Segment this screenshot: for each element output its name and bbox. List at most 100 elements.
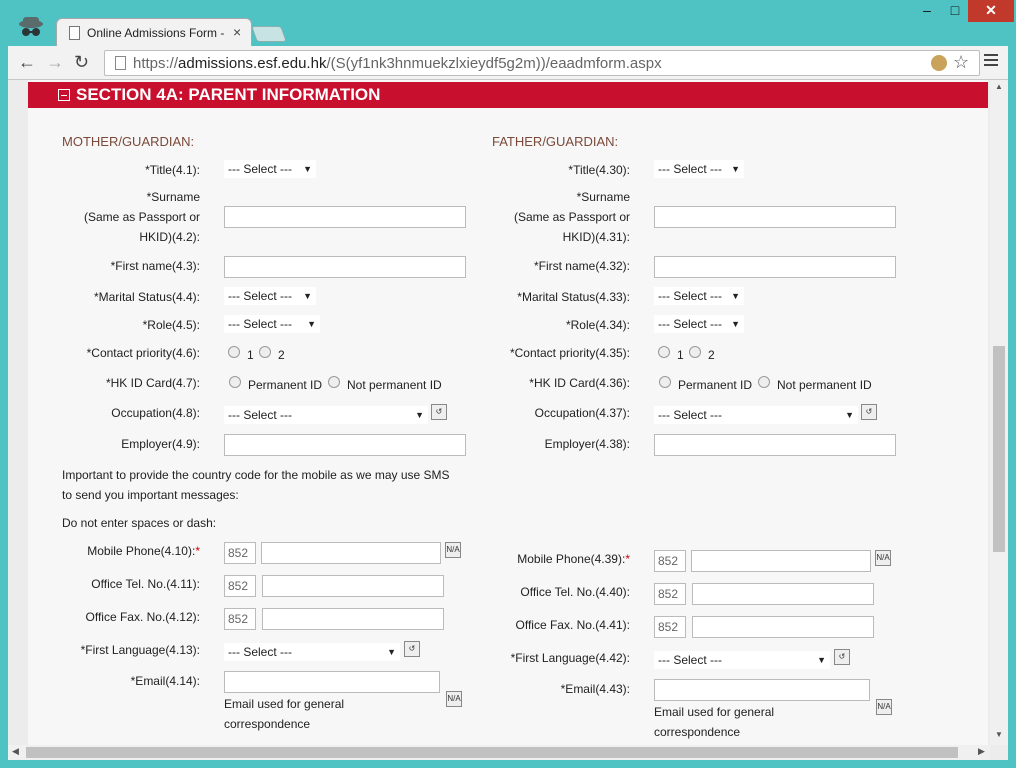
father-office-tel-input[interactable] [692, 583, 874, 605]
scroll-down-icon[interactable]: ▼ [995, 730, 1003, 739]
father-office-fax-label: Office Fax. No.(4.41): [515, 618, 631, 632]
father-hkid-label: *HK ID Card(4.36): [529, 376, 630, 390]
mother-email-label: *Email(4.14): [130, 674, 200, 688]
collapse-icon[interactable] [58, 89, 70, 101]
na-icon[interactable]: N/A [875, 550, 891, 566]
mother-hkid-permanent-radio[interactable] [229, 376, 241, 388]
close-window-button[interactable]: ✕ [968, 0, 1014, 22]
scroll-right-icon[interactable]: ▶ [978, 746, 985, 757]
mother-email-note: Email used for general correspondence [224, 697, 345, 731]
mother-contact-label: *Contact priority(4.6): [86, 346, 200, 360]
father-occupation-select[interactable]: --- Select --- ▼ [654, 406, 858, 424]
mother-title-select[interactable]: --- Select --- ▼ [224, 160, 316, 178]
na-icon[interactable]: N/A [446, 691, 462, 707]
cookie-icon[interactable] [931, 55, 947, 71]
mother-title-label: *Title(4.1): [145, 163, 200, 177]
back-button[interactable]: ← [18, 52, 36, 73]
maximize-button[interactable]: □ [942, 0, 968, 22]
mother-employer-label: Employer(4.9): [121, 437, 200, 451]
mother-office-tel-input[interactable] [262, 575, 444, 597]
mother-office-tel-label: Office Tel. No.(4.11): [91, 577, 200, 591]
father-email-input[interactable] [654, 679, 870, 701]
na-icon[interactable]: N/A [445, 542, 461, 558]
mother-role-select[interactable]: --- Select --- ▼ [224, 315, 320, 333]
father-office-fax-country-code[interactable]: 852 [654, 616, 686, 638]
tab-close-icon[interactable]: × [233, 24, 241, 40]
father-office-tel-country-code[interactable]: 852 [654, 583, 686, 605]
browser-toolbar: ← → ↻ https://admissions.esf.edu.hk/(S(y… [8, 46, 1008, 80]
mother-hkid-notpermanent-radio[interactable] [328, 376, 340, 388]
mother-hkid-notpermanent-label: Not permanent ID [347, 378, 442, 392]
father-heading: FATHER/GUARDIAN: [492, 134, 619, 149]
forward-button[interactable]: → [46, 52, 64, 73]
father-hkid-notpermanent-label: Not permanent ID [777, 378, 872, 392]
father-surname-input[interactable] [654, 206, 896, 228]
reset-icon[interactable]: ↺ [861, 404, 877, 420]
father-role-label: *Role(4.34): [565, 318, 630, 332]
na-icon[interactable]: N/A [876, 699, 892, 715]
reset-icon[interactable]: ↺ [834, 649, 850, 665]
tab-title: Online Admissions Form - [87, 26, 225, 40]
bookmark-star-icon[interactable]: ☆ [953, 52, 969, 73]
father-marital-select[interactable]: --- Select --- ▼ [654, 287, 744, 305]
father-contact-option-2: 2 [708, 348, 715, 362]
father-mobile-country-code[interactable]: 852 [654, 550, 686, 572]
scroll-up-icon[interactable]: ▲ [995, 82, 1003, 91]
scrollbar-thumb[interactable] [993, 346, 1005, 552]
mother-office-fax-label: Office Fax. No.(4.12): [85, 610, 201, 624]
father-hkid-permanent-radio[interactable] [659, 376, 671, 388]
father-marital-label: *Marital Status(4.33): [517, 290, 630, 304]
menu-icon[interactable] [984, 54, 998, 69]
page-icon [115, 56, 126, 70]
reload-button[interactable]: ↻ [74, 52, 89, 73]
mother-language-label: *First Language(4.13): [80, 643, 200, 657]
mother-employer-input[interactable] [224, 434, 466, 456]
mother-office-fax-input[interactable] [262, 608, 444, 630]
mother-mobile-country-code[interactable]: 852 [224, 542, 256, 564]
horizontal-scrollbar[interactable]: ◀ ▶ [8, 745, 990, 760]
mother-office-tel-country-code[interactable]: 852 [224, 575, 256, 597]
father-language-select[interactable]: --- Select --- ▼ [654, 651, 830, 669]
father-employer-label: Employer(4.38): [544, 437, 630, 451]
mother-contact-option-1: 1 [247, 348, 254, 362]
father-employer-input[interactable] [654, 434, 896, 456]
mother-occupation-select[interactable]: --- Select --- ▼ [224, 406, 428, 424]
father-mobile-input[interactable] [691, 550, 871, 572]
father-office-fax-input[interactable] [692, 616, 874, 638]
browser-tab[interactable]: Online Admissions Form - × [56, 18, 252, 46]
sms-note: Important to provide the country code fo… [62, 468, 450, 502]
reset-icon[interactable]: ↺ [404, 641, 420, 657]
mother-contact-radio-1[interactable] [228, 346, 240, 358]
mother-email-input[interactable] [224, 671, 440, 693]
url-text: https://admissions.esf.edu.hk/(S(yf1nk3h… [133, 55, 662, 72]
father-language-label: *First Language(4.42): [510, 651, 630, 665]
mother-surname-input[interactable] [224, 206, 466, 228]
mother-marital-select[interactable]: --- Select --- ▼ [224, 287, 316, 305]
father-hkid-notpermanent-radio[interactable] [758, 376, 770, 388]
scroll-left-icon[interactable]: ◀ [12, 746, 19, 757]
mother-hkid-permanent-label: Permanent ID [248, 378, 323, 392]
father-firstname-input[interactable] [654, 256, 896, 278]
father-contact-label: *Contact priority(4.35): [509, 346, 630, 360]
address-bar[interactable]: https://admissions.esf.edu.hk/(S(yf1nk3h… [104, 50, 980, 76]
new-tab-button[interactable] [251, 26, 287, 42]
mother-office-fax-country-code[interactable]: 852 [224, 608, 256, 630]
mother-language-select[interactable]: --- Select --- ▼ [224, 643, 400, 661]
father-contact-radio-1[interactable] [658, 346, 670, 358]
mother-firstname-input[interactable] [224, 256, 466, 278]
father-title-select[interactable]: --- Select --- ▼ [654, 160, 744, 178]
mother-mobile-input[interactable] [261, 542, 441, 564]
scrollbar-thumb[interactable] [26, 747, 958, 758]
section-header: SECTION 4A: PARENT INFORMATION [28, 82, 988, 108]
mother-firstname-label: *First name(4.3): [110, 259, 200, 273]
form-content: SECTION 4A: PARENT INFORMATION MOTHER/GU… [28, 80, 988, 745]
father-title-label: *Title(4.30): [568, 163, 630, 177]
vertical-scrollbar[interactable]: ▲ ▼ [990, 80, 1008, 745]
father-contact-radio-2[interactable] [689, 346, 701, 358]
mother-contact-radio-2[interactable] [259, 346, 271, 358]
minimize-button[interactable]: – [912, 0, 942, 22]
father-role-select[interactable]: --- Select --- ▼ [654, 315, 744, 333]
father-surname-label: *Surname (Same as Passport or HKID)(4.31): [513, 190, 630, 244]
father-office-tel-label: Office Tel. No.(4.40): [520, 585, 630, 599]
reset-icon[interactable]: ↺ [431, 404, 447, 420]
